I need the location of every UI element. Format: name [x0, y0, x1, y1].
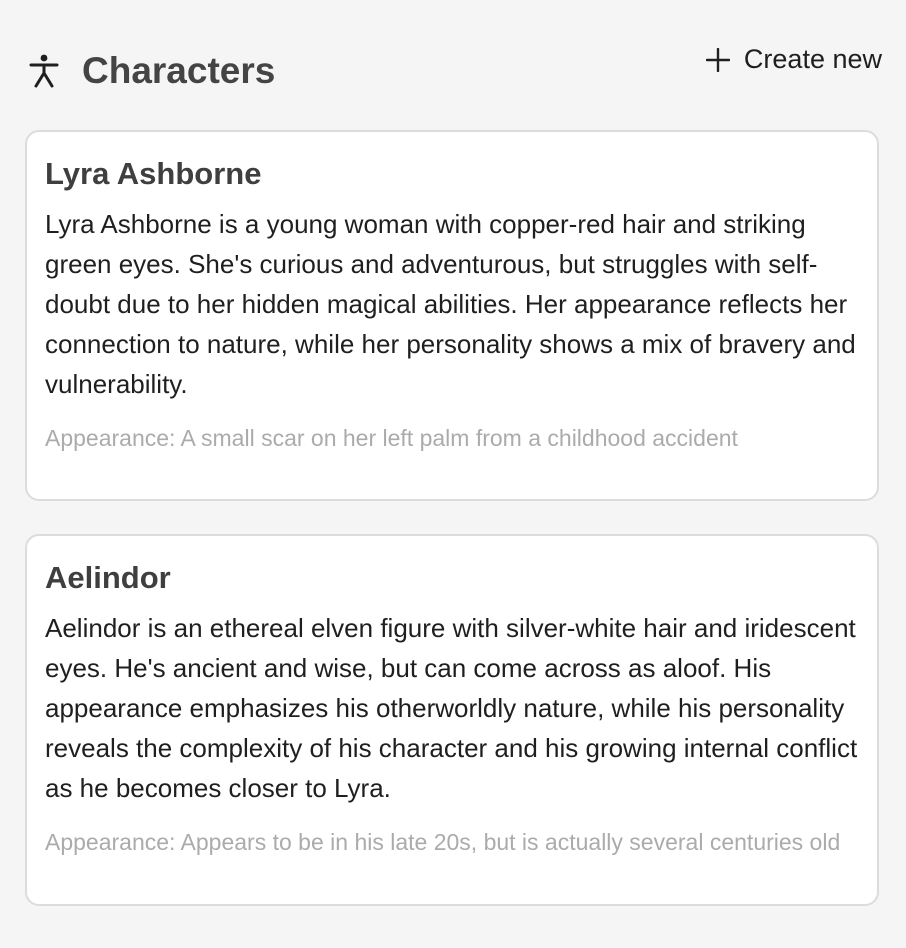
character-description: Lyra Ashborne is a young woman with copp…	[45, 209, 856, 399]
character-appearance: Appearance: A small scar on her left pal…	[45, 425, 738, 451]
title-group: Characters	[26, 50, 275, 92]
create-new-label: Create new	[743, 44, 882, 74]
character-name: Lyra Ashborne	[45, 156, 262, 191]
page-header: Characters Create new	[26, 40, 882, 104]
character-appearance: Appearance: Appears to be in his late 20…	[45, 829, 841, 855]
person-icon	[26, 53, 62, 89]
character-description: Aelindor is an ethereal elven figure wit…	[45, 613, 858, 803]
create-new-button[interactable]: Create new	[705, 44, 882, 75]
character-card[interactable]: Lyra Ashborne Lyra Ashborne is a young w…	[25, 130, 879, 501]
character-name: Aelindor	[45, 560, 171, 595]
page-title: Characters	[82, 50, 276, 91]
plus-icon	[705, 47, 731, 72]
character-card[interactable]: Aelindor Aelindor is an ethereal elven f…	[25, 534, 879, 906]
